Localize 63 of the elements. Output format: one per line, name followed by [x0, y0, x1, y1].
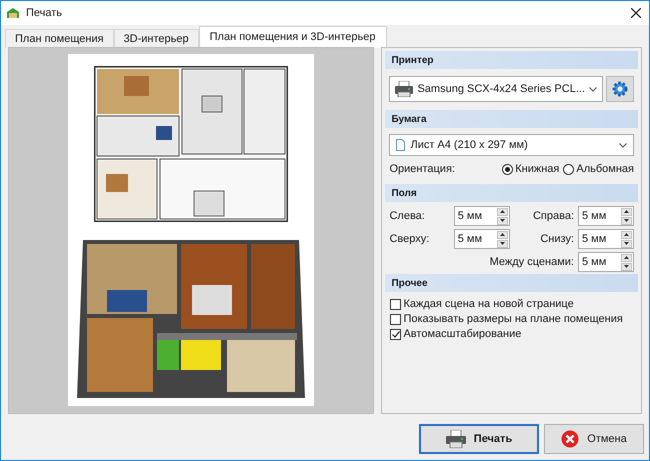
field-label: Сверху:	[389, 232, 430, 247]
tab[interactable]: План помещения	[5, 29, 114, 48]
spin-up-button[interactable]	[621, 208, 632, 216]
section-header: Прочее	[385, 274, 638, 292]
gear-icon	[611, 80, 629, 98]
spin-up-button[interactable]	[621, 254, 632, 262]
close-icon[interactable]	[631, 8, 641, 18]
checkbox-label: Автомасштабирование	[403, 327, 522, 342]
triangle-up-icon	[500, 233, 505, 236]
radio-label: Книжная	[515, 162, 560, 177]
triangle-down-icon	[500, 219, 505, 222]
triangle-down-icon	[624, 265, 629, 268]
orientation-label: Ориентация:	[389, 162, 456, 177]
checkbox[interactable]	[390, 314, 402, 325]
spin-up-button[interactable]	[621, 230, 632, 238]
app-icon	[6, 6, 20, 20]
checkbox[interactable]	[390, 329, 402, 340]
spin-down-button[interactable]	[496, 216, 508, 224]
section-header: Принтер	[385, 51, 638, 69]
checkbox[interactable]	[390, 299, 402, 310]
printer-icon	[395, 81, 414, 97]
spin-field[interactable]: 5 мм	[578, 206, 634, 226]
triangle-down-icon	[624, 242, 629, 245]
spin-field[interactable]: 5 мм	[578, 229, 634, 249]
spin-up-button[interactable]	[496, 208, 508, 216]
triangle-down-icon	[624, 219, 629, 222]
printer-dropdown[interactable]: Samsung SCX-4x24 Series PCL...	[389, 76, 603, 102]
spin-up-button[interactable]	[496, 230, 508, 238]
section-header: Поля	[385, 184, 638, 202]
spin-field[interactable]: 5 мм	[454, 229, 510, 249]
triangle-up-icon	[624, 233, 629, 236]
cancel-icon	[561, 430, 580, 448]
field-label: Между сценами:	[490, 254, 574, 270]
triangle-up-icon	[624, 210, 629, 213]
print-button[interactable]: Печать	[419, 424, 539, 454]
paper-dropdown[interactable]: Лист A4 (210 x 297 мм)	[389, 134, 634, 156]
spin-field[interactable]: 5 мм	[578, 252, 634, 272]
spin-down-button[interactable]	[621, 216, 632, 224]
spin-field[interactable]: 5 мм	[454, 206, 510, 226]
chevron-down-icon	[589, 86, 597, 92]
document-icon	[396, 139, 406, 151]
triangle-up-icon	[624, 256, 629, 259]
radio-label: Альбомная	[576, 162, 634, 177]
spin-down-button[interactable]	[496, 240, 508, 248]
triangle-up-icon	[500, 210, 505, 213]
cancel-button[interactable]: Отмена	[544, 424, 644, 454]
radio-button[interactable]	[563, 164, 574, 174]
window-title: Печать	[26, 6, 62, 21]
printer-settings-button[interactable]	[606, 76, 634, 102]
spin-down-button[interactable]	[621, 240, 632, 248]
field-label: Справа:	[532, 208, 574, 224]
checkbox-label: Каждая сцена на новой странице	[403, 297, 574, 312]
checkbox-label: Показывать размеры на плане помещения	[403, 312, 623, 328]
tab[interactable]: 3D-интерьер	[114, 29, 199, 48]
section-header: Бумага	[385, 110, 638, 128]
triangle-down-icon	[500, 242, 505, 245]
field-label: Снизу:	[540, 232, 574, 247]
printer-icon	[446, 430, 466, 448]
radio-button[interactable]	[502, 164, 514, 174]
chevron-down-icon	[619, 142, 627, 148]
field-label: Слева:	[389, 208, 426, 224]
spin-down-button[interactable]	[621, 262, 632, 270]
tab[interactable]: План помещения и 3D-интерьер	[198, 26, 386, 48]
